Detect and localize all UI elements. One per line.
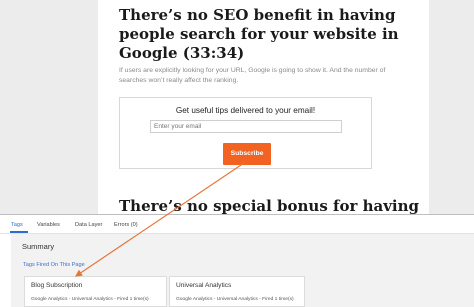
article-subheading: There’s no special bonus for having bbox=[119, 197, 420, 214]
email-optin-box: Get useful tips delivered to your email!… bbox=[119, 97, 372, 169]
tag-card-title: Universal Analytics bbox=[176, 282, 232, 289]
tab-errors[interactable]: Errors (0) bbox=[114, 222, 138, 228]
active-tab-indicator bbox=[10, 231, 28, 233]
tag-card-title: Blog Subscription bbox=[31, 282, 83, 289]
debug-tabs: Tags Variables Data Layer Errors (0) bbox=[0, 215, 474, 234]
article-heading: There’s no SEO benefit in having people … bbox=[119, 6, 399, 62]
tag-debug-panel: Tags Variables Data Layer Errors (0) Sum… bbox=[0, 214, 474, 307]
tags-fired-label: Tags Fired On This Page bbox=[23, 262, 85, 268]
tag-card-meta: Google Analytics - Universal Analytics -… bbox=[31, 297, 149, 302]
summary-pane: Summary Tags Fired On This Page Blog Sub… bbox=[11, 234, 474, 307]
tab-variables[interactable]: Variables bbox=[37, 222, 60, 228]
email-input[interactable] bbox=[150, 120, 342, 133]
blog-article: There’s no SEO benefit in having people … bbox=[98, 0, 429, 214]
tab-tags[interactable]: Tags bbox=[11, 222, 23, 228]
article-paragraph: If users are explicitly looking for your… bbox=[119, 67, 386, 84]
tab-data-layer[interactable]: Data Layer bbox=[75, 222, 102, 228]
tag-card-universal-analytics[interactable]: Universal Analytics Google Analytics - U… bbox=[169, 276, 305, 307]
tag-card-blog-subscription[interactable]: Blog Subscription Google Analytics - Uni… bbox=[24, 276, 167, 307]
subscribe-button[interactable]: Subscribe bbox=[223, 143, 271, 165]
optin-title: Get useful tips delivered to your email! bbox=[175, 106, 316, 115]
tag-card-meta: Google Analytics - Universal Analytics -… bbox=[176, 297, 294, 302]
summary-title: Summary bbox=[22, 242, 55, 251]
